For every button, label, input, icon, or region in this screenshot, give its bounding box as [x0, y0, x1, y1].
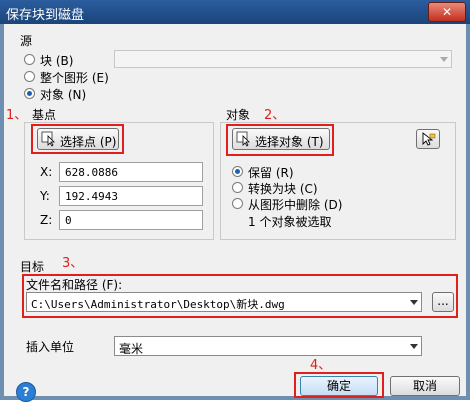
annotation-step-3: 3、 [62, 256, 84, 271]
convert-to-block-label[interactable]: 转换为块 (C) [248, 180, 318, 197]
objects-label: 对象 [226, 108, 251, 122]
help-button[interactable]: ? [16, 382, 36, 402]
delete-from-drawing-label[interactable]: 从图形中删除 (D) [248, 196, 342, 213]
dialog-window: 保存块到磁盘 ✕ 源 块 (B) 整个图形 (E) 对象 (N) 1、 基点 选… [0, 0, 470, 402]
close-button[interactable]: ✕ [428, 2, 466, 22]
browse-button[interactable]: ... [432, 292, 454, 312]
block-name-select[interactable] [114, 50, 452, 68]
source-objects-radio[interactable] [24, 88, 35, 99]
insert-units-select[interactable]: 毫米 [114, 336, 422, 356]
pick-point-button[interactable]: 选择点 (P) [37, 128, 119, 150]
x-label: X: [40, 165, 53, 179]
select-objects-label: 选择对象 (T) [255, 135, 324, 149]
close-icon: ✕ [441, 5, 453, 19]
annotation-step-2: 2、 [264, 108, 286, 123]
ok-button[interactable]: 确定 [300, 376, 378, 396]
source-objects-label[interactable]: 对象 (N) [40, 86, 86, 103]
select-objects-button[interactable]: 选择对象 (T) [232, 128, 330, 150]
file-path-input[interactable]: C:\Users\Administrator\Desktop\新块.dwg [26, 292, 422, 312]
source-block-label[interactable]: 块 (B) [40, 52, 73, 69]
quick-select-icon [422, 132, 436, 146]
chevron-down-icon [410, 344, 418, 349]
select-objects-icon [236, 131, 250, 147]
dialog-body: 源 块 (B) 整个图形 (E) 对象 (N) 1、 基点 选择点 (P) X:… [4, 24, 466, 402]
pick-point-label: 选择点 (P) [60, 135, 117, 149]
source-whole-drawing-radio[interactable] [24, 71, 35, 82]
y-label: Y: [40, 189, 50, 203]
retain-label[interactable]: 保留 (R) [248, 164, 294, 181]
delete-from-drawing-radio[interactable] [232, 198, 243, 209]
window-title: 保存块到磁盘 [6, 8, 85, 23]
chevron-down-icon [410, 300, 418, 305]
file-path-label: 文件名和路径 (F): [26, 278, 123, 292]
x-input[interactable]: 628.0886 [59, 162, 203, 182]
source-label: 源 [20, 34, 33, 48]
source-whole-drawing-label[interactable]: 整个图形 (E) [40, 69, 109, 86]
retain-radio[interactable] [232, 166, 243, 177]
insert-units-label: 插入单位 [26, 340, 75, 354]
annotation-step-4: 4、 [310, 358, 332, 373]
pick-point-icon [41, 131, 55, 147]
y-input[interactable]: 192.4943 [59, 186, 203, 206]
z-input[interactable]: 0 [59, 210, 203, 230]
file-path-value: C:\Users\Administrator\Desktop\新块.dwg [31, 298, 285, 311]
annotation-step-1: 1、 [6, 108, 28, 123]
insert-units-value: 毫米 [119, 342, 144, 356]
quick-select-button[interactable] [416, 129, 440, 149]
chevron-down-icon [440, 57, 448, 62]
z-label: Z: [40, 213, 53, 227]
title-bar[interactable]: 保存块到磁盘 ✕ [0, 0, 470, 24]
source-block-radio[interactable] [24, 54, 35, 65]
convert-to-block-radio[interactable] [232, 182, 243, 193]
base-point-label: 基点 [32, 108, 57, 122]
destination-label: 目标 [20, 260, 45, 274]
selection-status: 1 个对象被选取 [248, 215, 332, 229]
cancel-button[interactable]: 取消 [390, 376, 460, 396]
